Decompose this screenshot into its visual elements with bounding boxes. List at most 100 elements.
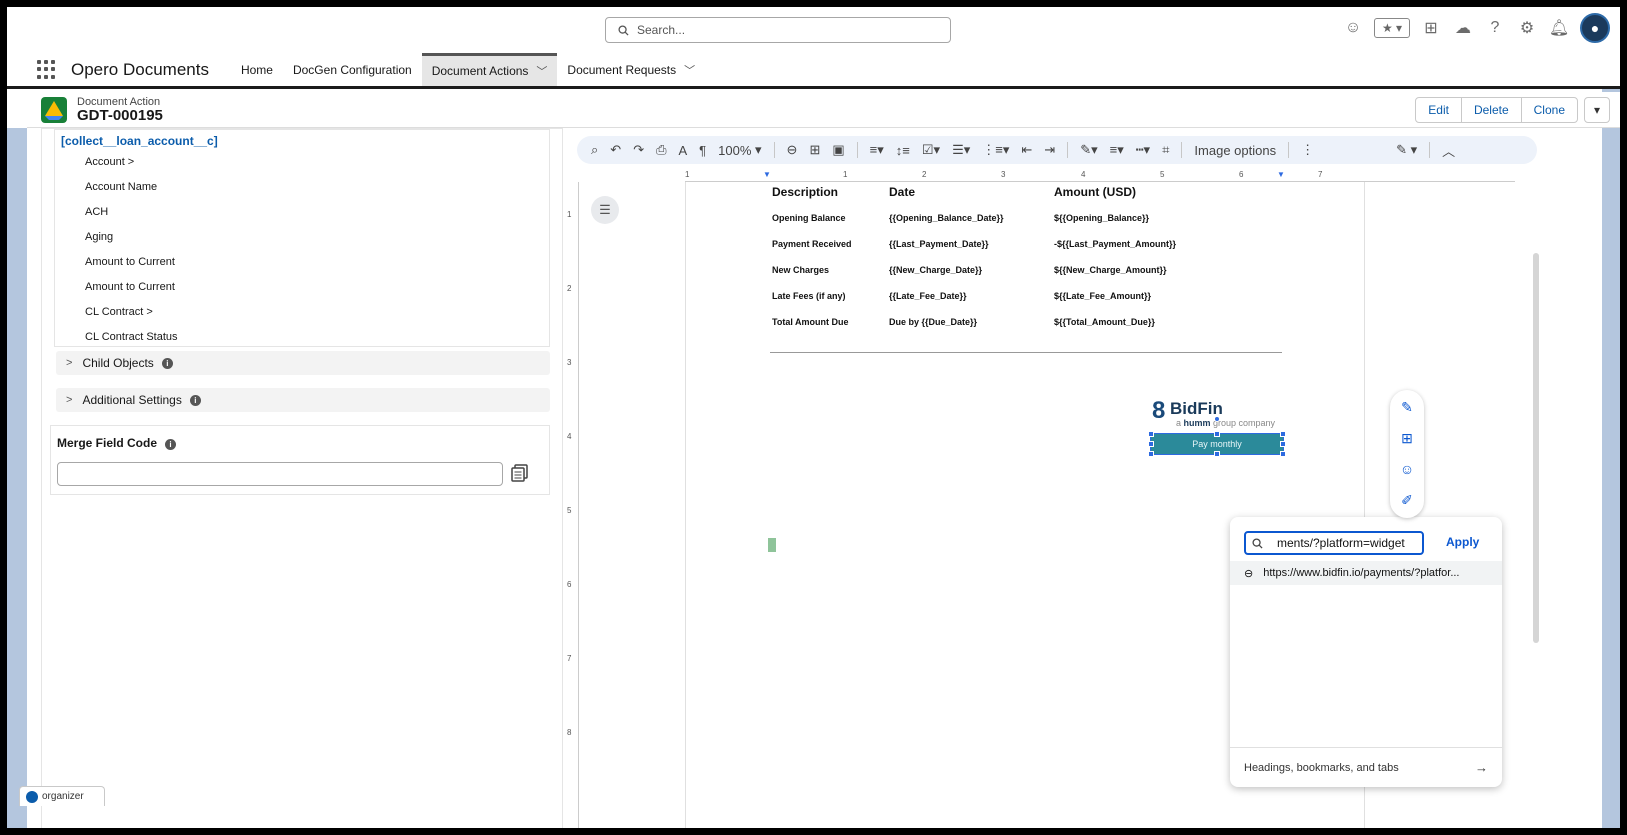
vertical-scrollbar[interactable] [1533, 253, 1539, 643]
bulleted-list-icon[interactable]: ☰▾ [952, 142, 970, 158]
astro-icon[interactable]: ☺ [1342, 17, 1364, 39]
info-icon[interactable]: i [161, 357, 173, 369]
resize-handle[interactable] [1214, 451, 1220, 457]
tab-document-actions[interactable]: Document Actions ﹀ [421, 53, 558, 86]
undo-icon[interactable]: ↶ [610, 142, 621, 158]
trailhead-icon[interactable]: ☁ [1452, 17, 1474, 39]
field-item[interactable]: Aging [85, 231, 113, 243]
search-menus-icon[interactable]: ⌕ [591, 142, 598, 158]
clone-button[interactable]: Clone [1520, 97, 1578, 123]
redo-icon[interactable]: ↷ [633, 142, 644, 158]
global-search-input[interactable]: Search... [605, 17, 951, 43]
crop-icon[interactable]: ⌗ [1162, 142, 1169, 158]
toolbar-divider [1181, 142, 1183, 158]
border-color-icon[interactable]: ✎▾ [1080, 142, 1097, 158]
right-indent-marker[interactable]: ▼ [1277, 170, 1285, 179]
info-icon[interactable]: i [165, 439, 177, 450]
resize-handle[interactable] [1214, 431, 1220, 437]
info-icon[interactable]: i [189, 394, 201, 406]
editor-toolbar: ⌕ ↶ ↷ ⎙ A ¶ 100% ▾ ⊖ ⊞ ▣ ≡▾ ↕≡ ☑▾ ☰▾ ⋮≡▾… [577, 136, 1537, 164]
align-icon[interactable]: ≡▾ [870, 142, 884, 158]
edit-button[interactable]: Edit [1415, 97, 1462, 123]
field-list[interactable]: [collect__loan_account__c] Account > Acc… [54, 129, 550, 347]
field-item[interactable]: Amount to Current [85, 256, 175, 268]
chevron-right-icon: > [66, 394, 73, 406]
user-avatar[interactable]: ● [1580, 13, 1610, 43]
image-options-button[interactable]: Image options [1194, 143, 1276, 158]
bidfin-logo[interactable]: 8 BidFin a humm group company [1152, 397, 1288, 429]
app-name: Opero Documents [71, 59, 209, 79]
checklist-icon[interactable]: ☑▾ [922, 142, 940, 158]
organizer-tab[interactable]: organizer [19, 786, 105, 806]
suggest-edits-icon[interactable]: ✐ [1398, 491, 1416, 509]
tab-docgen-configuration[interactable]: DocGen Configuration [283, 53, 422, 86]
vertical-ruler[interactable]: 1 2 3 4 5 6 7 8 [565, 182, 579, 828]
notifications-bell-icon[interactable]: 🔔︎ [1548, 17, 1570, 39]
headings-bookmarks-link[interactable]: Headings, bookmarks, and tabs → [1230, 747, 1502, 787]
global-actions-icon[interactable]: ⊞ [1420, 17, 1442, 39]
field-item[interactable]: Amount to Current [85, 281, 175, 293]
chevron-down-icon[interactable]: ﹀ [684, 62, 695, 78]
resize-handle[interactable] [1280, 451, 1286, 457]
link-url-input[interactable]: ments/?platform=widget [1244, 531, 1424, 555]
tab-home[interactable]: Home [231, 53, 283, 86]
favorites-icon[interactable]: ★ ▾ [1374, 18, 1410, 38]
print-icon[interactable]: ⎙ [656, 142, 666, 158]
increase-indent-icon[interactable]: ⇥ [1044, 142, 1055, 158]
resize-handle[interactable] [1148, 441, 1154, 447]
child-objects-section[interactable]: > Child Objects i [56, 351, 550, 375]
resize-handle[interactable] [1148, 451, 1154, 457]
field-item[interactable]: CL Contract Status [85, 331, 178, 343]
arrow-right-icon: → [1475, 760, 1488, 775]
merge-field-label-text: Merge Field Code [57, 436, 158, 450]
horizontal-ruler[interactable]: 1 1 2 3 4 5 6 7 ▼ ▼ [685, 170, 1515, 182]
delete-button[interactable]: Delete [1460, 97, 1522, 123]
additional-settings-section[interactable]: > Additional Settings i [56, 388, 550, 412]
decrease-indent-icon[interactable]: ⇤ [1021, 142, 1032, 158]
editing-mode-icon[interactable]: ✎ ▾ [1396, 142, 1417, 158]
copy-icon[interactable] [511, 464, 531, 484]
document-editor: ⌕ ↶ ↷ ⎙ A ¶ 100% ▾ ⊖ ⊞ ▣ ≡▾ ↕≡ ☑▾ ☰▾ ⋮≡▾… [565, 128, 1602, 828]
organizer-icon [26, 790, 38, 803]
link-suggestion[interactable]: ⊖ https://www.bidfin.io/payments/?platfo… [1230, 561, 1502, 585]
resize-handle[interactable] [1280, 441, 1286, 447]
spellcheck-icon[interactable]: A [679, 143, 688, 158]
border-weight-icon[interactable]: ≡▾ [1110, 142, 1124, 158]
add-comment-icon[interactable]: ⊞ [1398, 429, 1416, 447]
app-window: Search... ☺ ★ ▾ ⊞ ☁ ? ⚙ 🔔︎ ● Opero Docum… [0, 0, 1627, 835]
insert-link-icon[interactable]: ⊖ [787, 142, 798, 158]
field-item[interactable]: Account > [85, 156, 134, 168]
border-dash-icon[interactable]: ┅▾ [1136, 142, 1150, 158]
setup-gear-icon[interactable]: ⚙ [1516, 17, 1538, 39]
field-item[interactable]: Account Name [85, 181, 157, 193]
rotate-handle[interactable] [1214, 416, 1220, 422]
document-page[interactable]: Description Date Amount (USD) Opening Ba… [685, 182, 1502, 828]
add-comment-icon[interactable]: ⊞ [809, 142, 820, 158]
field-item[interactable]: ACH [85, 206, 108, 218]
help-icon[interactable]: ? [1484, 17, 1506, 39]
chevron-down-icon[interactable]: ﹀ [536, 63, 547, 79]
magic-edit-icon[interactable]: ✎ [1398, 398, 1416, 416]
insert-image-icon[interactable]: ▣ [832, 142, 844, 158]
collapse-toolbar-icon[interactable]: ︿ [1442, 141, 1455, 160]
apply-button[interactable]: Apply [1446, 535, 1479, 549]
line-spacing-icon[interactable]: ↕≡ [896, 143, 910, 158]
merge-field-input[interactable] [57, 462, 503, 486]
app-launcher-icon[interactable] [37, 59, 57, 80]
more-options-icon[interactable]: ⋮ [1301, 142, 1314, 158]
paint-format-icon[interactable]: ¶ [699, 143, 706, 158]
header-icons: ☺ ★ ▾ ⊞ ☁ ? ⚙ 🔔︎ ● [1342, 13, 1610, 43]
tab-document-requests[interactable]: Document Requests ﹀ [557, 53, 705, 86]
emoji-reaction-icon[interactable]: ☺ [1398, 460, 1416, 478]
horizontal-rule [770, 352, 1282, 353]
tagline-post: group company [1210, 418, 1276, 428]
table-header: Amount (USD) [1054, 185, 1136, 199]
more-actions-dropdown-icon[interactable]: ▾ [1584, 97, 1610, 123]
left-indent-marker[interactable]: ▼ [763, 170, 771, 179]
resize-handle[interactable] [1280, 431, 1286, 437]
numbered-list-icon[interactable]: ⋮≡▾ [982, 142, 1009, 158]
zoom-select[interactable]: 100% ▾ [718, 142, 761, 158]
field-item[interactable]: CL Contract > [85, 306, 153, 318]
resize-handle[interactable] [1148, 431, 1154, 437]
document-outline-icon[interactable]: ☰ [591, 196, 619, 224]
